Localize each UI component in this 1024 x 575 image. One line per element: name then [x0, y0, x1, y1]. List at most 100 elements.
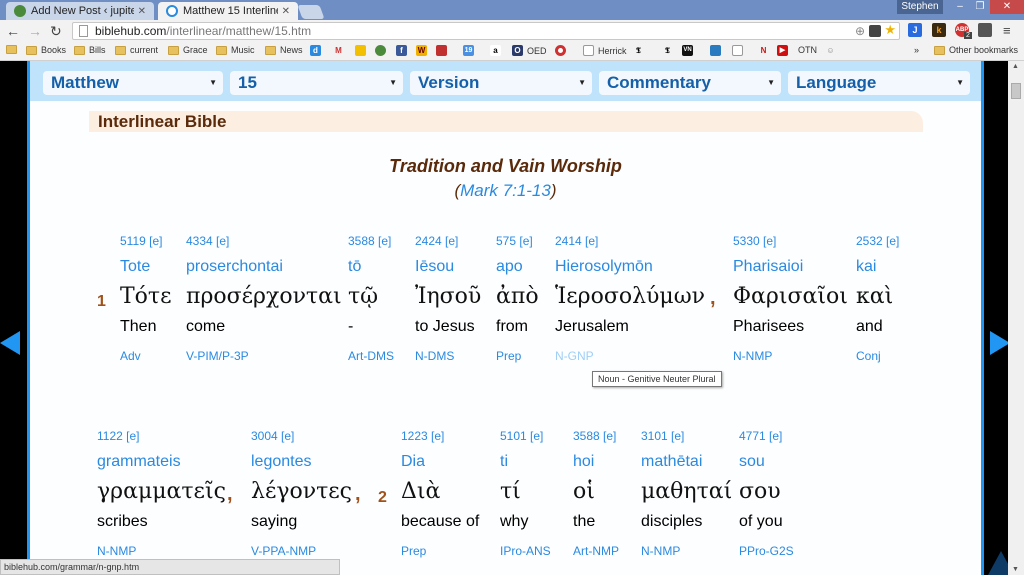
bookmark-wordpress[interactable] [375, 45, 386, 56]
address-bar[interactable]: biblehub.com/interlinear/matthew/15.htm … [72, 22, 900, 40]
profile-button[interactable]: Stephen [897, 0, 943, 14]
extension-icon[interactable] [869, 25, 881, 37]
extension-j-icon[interactable]: J [908, 23, 922, 37]
bookmark-facebook[interactable]: f [396, 45, 407, 56]
bookmark-otn[interactable]: OTN [798, 45, 817, 55]
strongs-number-link[interactable]: 1223 [e] [401, 429, 444, 443]
bookmark-blue[interactable] [710, 45, 721, 56]
bookmark-news-red[interactable] [436, 45, 447, 56]
transliteration-link[interactable]: legontes [251, 453, 312, 471]
parallel-reference-link[interactable]: Mark 7:1-13 [460, 181, 551, 200]
parsing-link[interactable]: N-NMP [97, 544, 136, 558]
commentary-select[interactable]: Commentary ▼ [599, 71, 781, 95]
strongs-number-link[interactable]: 1122 [e] [97, 429, 139, 443]
bookmarks-overflow-button[interactable]: » [914, 45, 919, 55]
bookmark-gmail[interactable]: M [333, 45, 344, 56]
strongs-number-link[interactable]: 3588 [e] [348, 234, 391, 248]
transliteration-link[interactable]: grammateis [97, 453, 181, 471]
parsing-link[interactable]: PPro-G2S [739, 544, 794, 558]
bookmark-folder-current[interactable]: current [115, 45, 158, 55]
language-select[interactable]: Language ▼ [788, 71, 970, 95]
next-chapter-arrow-icon[interactable] [990, 331, 1010, 355]
minimize-button[interactable]: – [950, 0, 970, 14]
parsing-link[interactable]: V-PIM/P-3P [186, 349, 249, 363]
bookmark-opera[interactable] [555, 45, 566, 56]
bookmark-w[interactable]: W [416, 45, 427, 56]
strongs-number-link[interactable]: 575 [e] [496, 234, 533, 248]
bookmark-calendar[interactable]: 19 [463, 45, 474, 56]
menu-icon[interactable]: ≡ [1003, 23, 1011, 38]
bookmark-oed[interactable]: O OED [512, 45, 547, 56]
scroll-thumb[interactable] [1011, 83, 1021, 99]
new-tab-button[interactable] [297, 5, 325, 19]
other-bookmarks[interactable]: Other bookmarks [934, 45, 1018, 55]
reload-button[interactable]: ↻ [50, 23, 62, 40]
extension-k-icon[interactable]: k [932, 23, 946, 37]
transliteration-link[interactable]: mathētai [641, 453, 702, 471]
bookmark-drive[interactable] [355, 45, 366, 56]
strongs-number-link[interactable]: 2424 [e] [415, 234, 458, 248]
bookmark-youtube[interactable]: ▶ [777, 45, 788, 56]
parsing-link[interactable]: N-NMP [641, 544, 680, 558]
parsing-link[interactable]: V-PPA-NMP [251, 544, 316, 558]
chapter-select[interactable]: 15 ▼ [230, 71, 403, 95]
transliteration-link[interactable]: sou [739, 453, 765, 471]
forward-button[interactable]: → [28, 23, 42, 39]
strongs-number-link[interactable]: 5101 [e] [500, 429, 543, 443]
transliteration-link[interactable]: hoi [573, 453, 594, 471]
verse-number[interactable]: 1 [97, 293, 106, 311]
bookmark-folder-unnamed[interactable] [6, 45, 21, 54]
bookmark-netflix[interactable]: N [758, 45, 769, 56]
bookmark-folder-bills[interactable]: Bills [74, 45, 106, 55]
strongs-number-link[interactable]: 3588 [e] [573, 429, 616, 443]
transliteration-link[interactable]: Hierosolymōn [555, 258, 653, 276]
parsing-link[interactable]: N-NMP [733, 349, 772, 363]
bookmark-folder-music[interactable]: Music [216, 45, 255, 55]
previous-chapter-arrow-icon[interactable] [0, 331, 20, 355]
back-button[interactable]: ← [6, 23, 20, 39]
strongs-number-link[interactable]: 4771 [e] [739, 429, 782, 443]
bookmark-nyt-2[interactable]: 𝕿 [662, 45, 673, 56]
close-tab-icon[interactable]: ✕ [138, 6, 146, 17]
parsing-link[interactable]: Art-DMS [348, 349, 394, 363]
scroll-up-icon[interactable]: ▲ [1012, 63, 1019, 70]
transliteration-link[interactable]: Iēsou [415, 258, 454, 276]
bookmark-vn[interactable]: VN [682, 45, 693, 56]
parsing-link[interactable]: Conj [856, 349, 881, 363]
parsing-link[interactable]: Prep [401, 544, 426, 558]
scroll-down-icon[interactable]: ▼ [1012, 566, 1019, 573]
parsing-link[interactable]: Art-NMP [573, 544, 619, 558]
version-select[interactable]: Version ▼ [410, 71, 592, 95]
close-window-button[interactable]: ✕ [990, 0, 1024, 14]
book-select[interactable]: Matthew ▼ [43, 71, 223, 95]
parsing-link[interactable]: Prep [496, 349, 521, 363]
bookmark-amazon[interactable]: a [490, 45, 501, 56]
strongs-number-link[interactable]: 3101 [e] [641, 429, 684, 443]
parsing-link[interactable]: IPro-ANS [500, 544, 551, 558]
bookmark-star-icon[interactable]: ★ [884, 22, 896, 38]
close-tab-icon[interactable]: ✕ [282, 6, 290, 17]
strongs-number-link[interactable]: 2532 [e] [856, 234, 899, 248]
parsing-link[interactable]: N-GNP [555, 349, 594, 363]
bookmark-nyt[interactable]: 𝕿 [633, 45, 644, 56]
verse-number[interactable]: 2 [378, 489, 387, 507]
strongs-number-link[interactable]: 4334 [e] [186, 234, 229, 248]
strongs-number-link[interactable]: 5330 [e] [733, 234, 776, 248]
bookmark-herrick[interactable]: Herrick [583, 45, 627, 56]
extension-evernote-icon[interactable] [978, 23, 992, 37]
parsing-link[interactable]: Adv [120, 349, 141, 363]
zoom-icon[interactable]: ⊕ [855, 23, 865, 39]
bookmark-d[interactable]: d [310, 45, 321, 56]
restore-button[interactable]: ❐ [970, 0, 990, 14]
tab-matthew-interlinear[interactable]: Matthew 15 Interlinear Bib ✕ [158, 2, 298, 20]
bookmark-folder-news[interactable]: News [265, 45, 303, 55]
transliteration-link[interactable]: Tote [120, 258, 150, 276]
strongs-number-link[interactable]: 2414 [e] [555, 234, 598, 248]
bookmark-page[interactable] [732, 45, 743, 56]
strongs-number-link[interactable]: 5119 [e] [120, 234, 162, 248]
vertical-scrollbar[interactable]: ▲ ▼ [1008, 61, 1024, 575]
transliteration-link[interactable]: tō [348, 258, 361, 276]
strongs-number-link[interactable]: 3004 [e] [251, 429, 294, 443]
transliteration-link[interactable]: proserchontai [186, 258, 283, 276]
transliteration-link[interactable]: apo [496, 258, 523, 276]
